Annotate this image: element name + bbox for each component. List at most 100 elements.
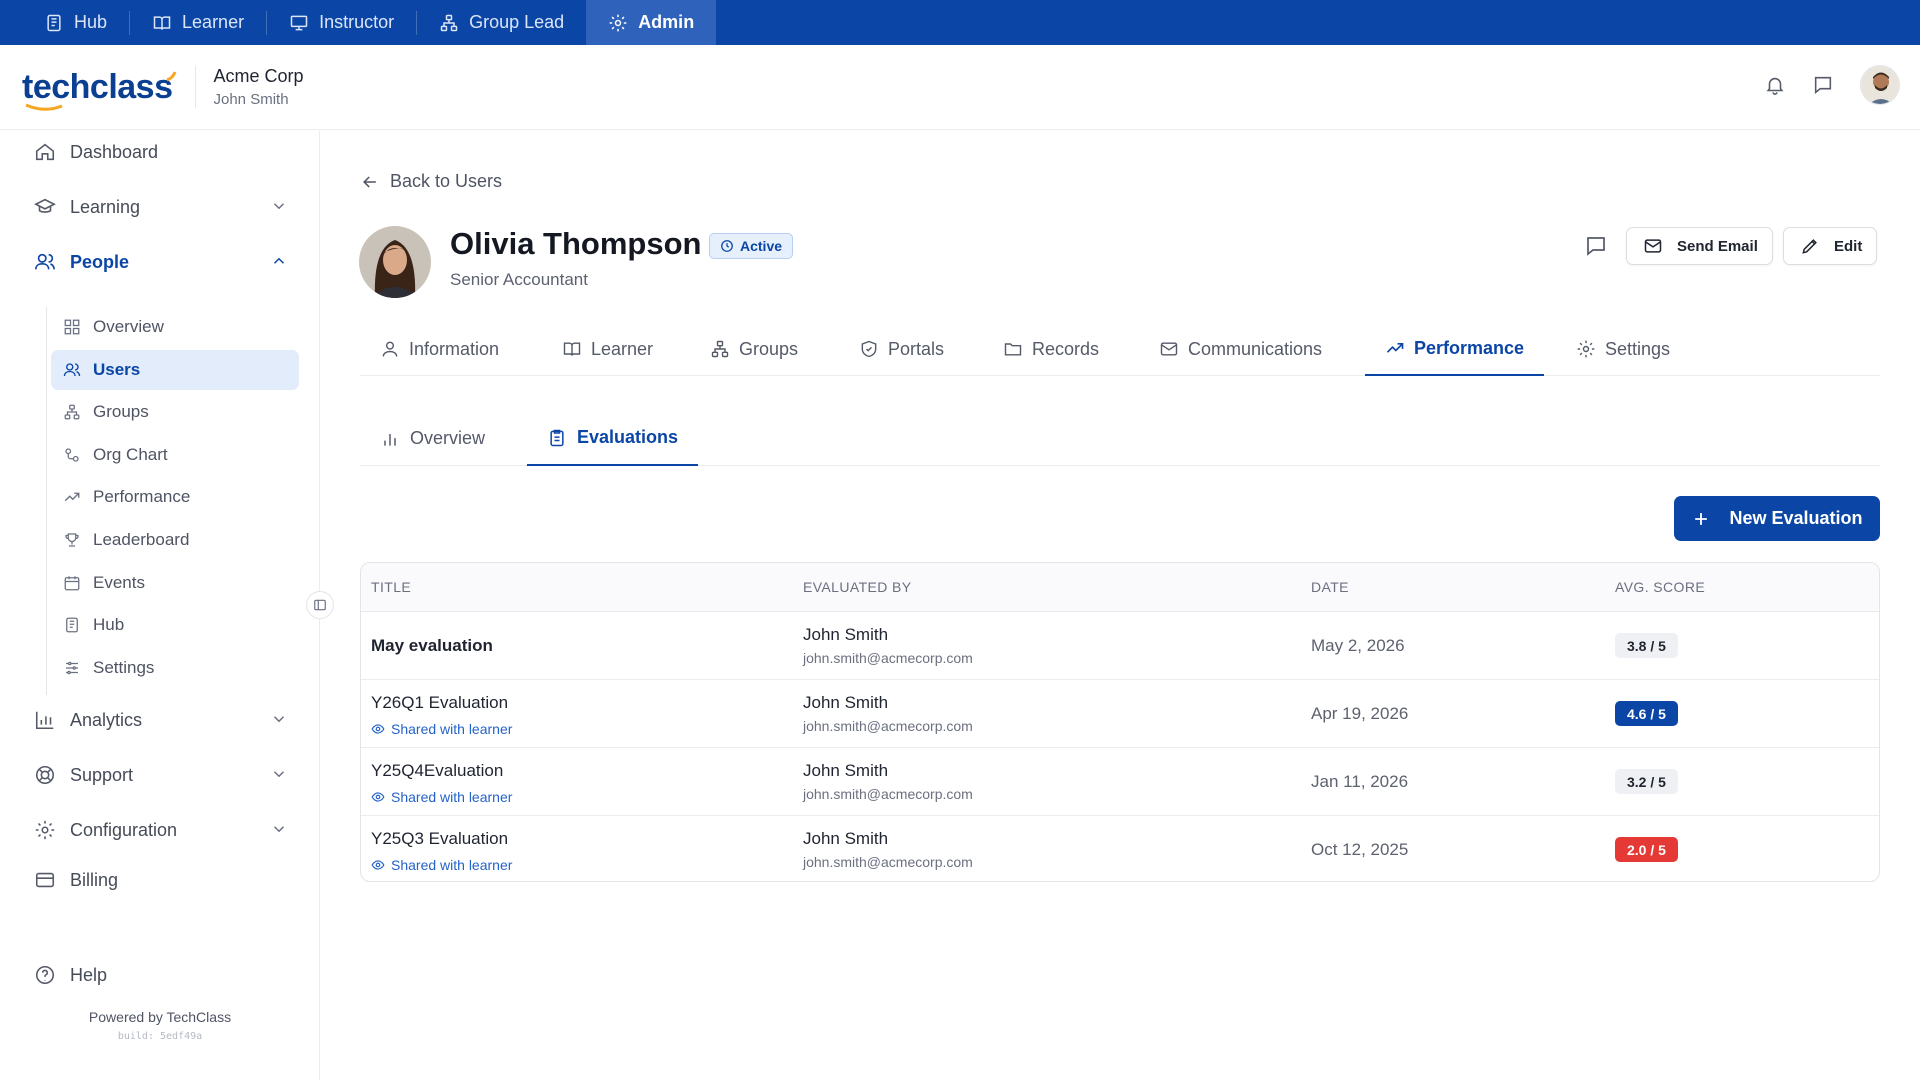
sidebar-item-analytics[interactable]: Analytics [34,700,288,740]
column-header-evaluated-by[interactable]: EVALUATED BY [803,579,912,595]
table-row[interactable]: May evaluation John Smith john.smith@acm… [361,612,1879,680]
evaluator-email: john.smith@acmecorp.com [803,718,973,734]
gear-icon [35,820,55,840]
shared-with-learner: Shared with learner [371,721,512,737]
sidebar-sub-overview[interactable]: Overview [51,307,299,347]
score-badge: 3.8 / 5 [1615,633,1678,658]
subtab-evaluations[interactable]: Evaluations [527,411,699,466]
role-tab-learner[interactable]: Learner [130,0,266,45]
sidebar-sub-leaderboard[interactable]: Leaderboard [51,520,299,560]
column-header-title[interactable]: TITLE [371,579,411,595]
evaluator-email: john.smith@acmecorp.com [803,786,973,802]
evaluator-name: John Smith [803,625,889,644]
shield-icon [861,340,877,358]
tab-settings[interactable]: Settings [1576,322,1670,376]
send-email-button[interactable]: Send Email [1626,227,1773,265]
book-icon [563,342,581,356]
score-badge: 4.6 / 5 [1615,701,1678,726]
user-avatar[interactable] [1860,65,1900,105]
profile-job-title: Senior Accountant [450,270,588,289]
trend-up-icon [1386,343,1404,353]
tab-information[interactable]: Information [380,322,499,376]
bar-chart-icon [384,433,396,446]
back-to-users-link[interactable]: Back to Users [360,171,502,192]
bell-icon[interactable] [1764,74,1786,96]
message-button[interactable] [1584,234,1608,258]
sidebar-item-billing[interactable]: Billing [34,860,288,900]
tab-groups[interactable]: Groups [710,322,798,376]
mail-icon [1160,342,1178,356]
folder-icon [1004,343,1022,356]
sidebar-item-dashboard[interactable]: Dashboard [34,132,288,172]
chevron-down-icon [273,716,285,723]
shared-with-learner: Shared with learner [371,789,512,805]
table-row[interactable]: Y25Q4Evaluation Shared with learner John… [361,748,1879,816]
role-tab-admin[interactable]: Admin [586,0,717,45]
group-icon [711,340,729,358]
tab-learner[interactable]: Learner [562,322,653,376]
tab-records[interactable]: Records [1003,322,1099,376]
table-row[interactable]: Y25Q3 Evaluation Shared with learner Joh… [361,816,1879,881]
book-icon [152,13,172,33]
sidebar-item-configuration[interactable]: Configuration [34,810,288,850]
sidebar-item-people[interactable]: People [34,242,288,282]
performance-subtabs: Overview Evaluations [360,411,1880,466]
evaluation-title: Y25Q4Evaluation [371,761,504,780]
eye-icon [371,724,385,734]
edit-button[interactable]: Edit [1783,227,1878,265]
sidebar-item-help[interactable]: Help [34,955,288,995]
sidebar-collapse-button[interactable] [306,591,334,619]
sidebar: Dashboard Learning People Overview Users… [0,131,320,1080]
table-row[interactable]: Y26Q1 Evaluation Shared with learner Joh… [361,680,1879,748]
tab-communications[interactable]: Communications [1159,322,1322,376]
sidebar-item-support[interactable]: Support [34,755,288,795]
table-header: TITLE EVALUATED BY DATE AVG. SCORE [361,563,1879,612]
role-tab-group-lead[interactable]: Group Lead [417,0,586,45]
lifebuoy-icon [35,765,55,785]
evaluation-date: Jan 11, 2026 [1311,772,1409,791]
tab-performance[interactable]: Performance [1365,322,1545,376]
org-switcher[interactable]: Acme Corp John Smith [214,66,304,108]
sidebar-sub-settings[interactable]: Settings [51,648,299,688]
sidebar-sub-groups[interactable]: Groups [51,392,299,432]
org-name: Acme Corp [213,66,304,86]
shared-with-learner: Shared with learner [371,857,512,873]
sidebar-sub-performance[interactable]: Performance [51,477,299,517]
chevron-down-icon [273,203,285,210]
sidebar-item-learning[interactable]: Learning [34,187,288,227]
plus-icon [1695,512,1708,525]
column-header-avg-score[interactable]: AVG. SCORE [1615,579,1705,595]
subtab-overview[interactable]: Overview [380,411,485,466]
sidebar-sub-users[interactable]: Users [51,350,299,390]
role-tab-instructor[interactable]: Instructor [267,0,416,45]
group-icon [439,13,459,33]
techclass-logo[interactable]: techclass [22,68,176,111]
clock-icon [721,240,733,252]
sliders-icon [66,661,78,675]
column-header-date[interactable]: DATE [1311,579,1349,595]
evaluation-title: Y26Q1 Evaluation [371,693,509,712]
trend-up-icon [64,492,80,502]
score-badge: 2.0 / 5 [1615,837,1678,862]
sidebar-sub-hub[interactable]: Hub [51,605,299,645]
profile-name: Olivia Thompson [450,226,702,261]
powered-by: Powered by TechClass [88,1009,232,1025]
chevron-down-icon [273,826,285,833]
presentation-icon [289,13,309,33]
hub-icon [66,617,78,633]
new-evaluation-button[interactable]: New Evaluation [1674,496,1880,541]
sidebar-sub-org-chart[interactable]: Org Chart [51,435,299,475]
evaluator-name: John Smith [803,761,889,780]
eye-icon [371,792,385,802]
gear-icon [1577,340,1595,358]
chevron-up-icon [273,257,285,264]
users-icon [35,253,55,270]
evaluation-title: Y25Q3 Evaluation [371,829,509,848]
role-tab-hub[interactable]: Hub [22,0,129,45]
sidebar-sub-events[interactable]: Events [51,563,299,603]
evaluator-email: john.smith@acmecorp.com [803,854,973,870]
evaluation-date: Oct 12, 2025 [1311,840,1409,859]
profile-photo [359,226,431,298]
chat-icon[interactable] [1812,74,1834,96]
tab-portals[interactable]: Portals [859,322,944,376]
